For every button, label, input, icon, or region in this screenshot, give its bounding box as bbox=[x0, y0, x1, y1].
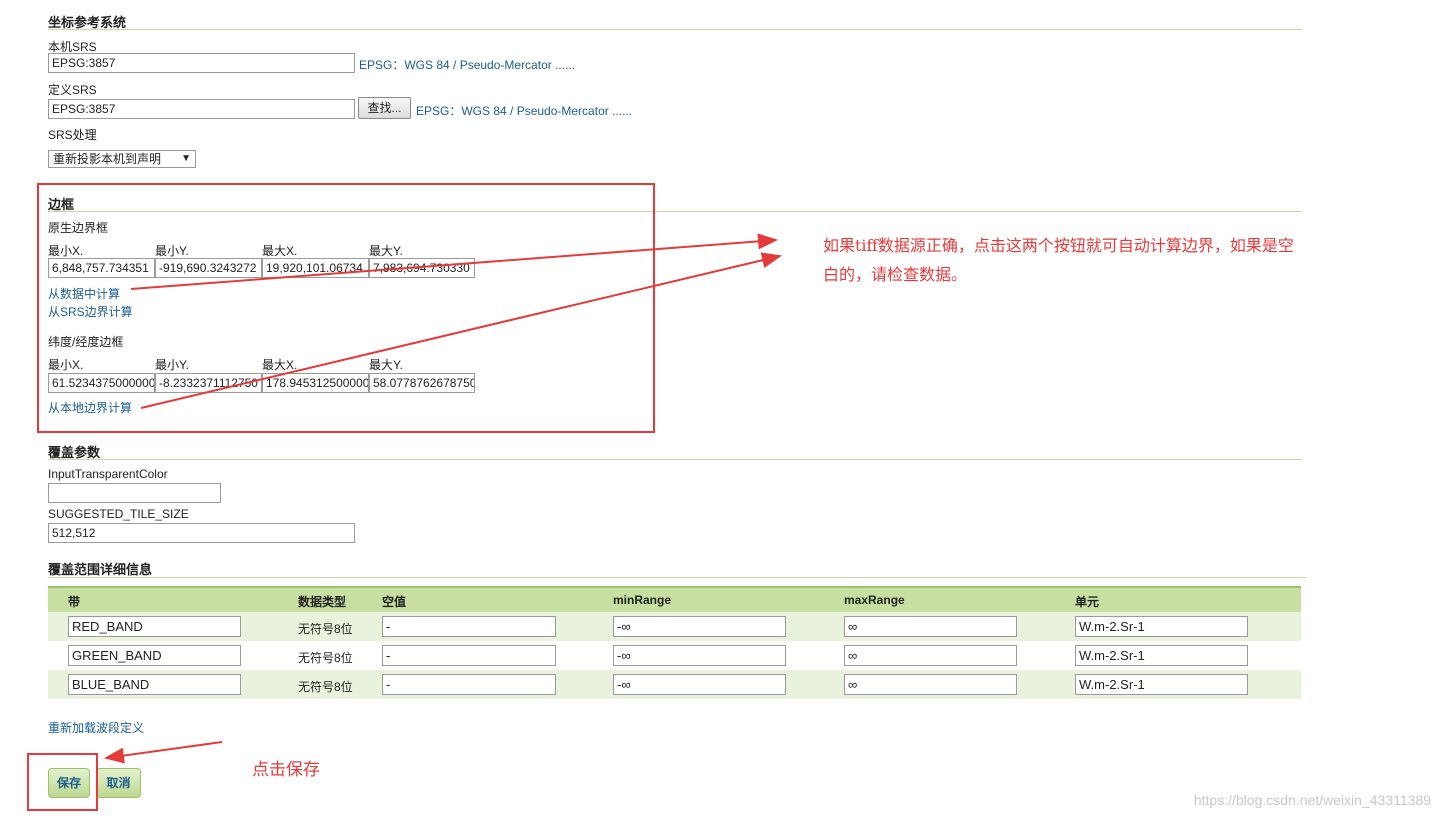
annotation-arrows bbox=[104, 233, 782, 764]
arrow-to-bbox-note-2 bbox=[140, 252, 782, 409]
watermark: https://blog.csdn.net/weixin_43311389 bbox=[1193, 792, 1431, 808]
arrow-to-bbox-note-1 bbox=[130, 233, 778, 290]
arrow-to-save-button bbox=[104, 741, 223, 764]
